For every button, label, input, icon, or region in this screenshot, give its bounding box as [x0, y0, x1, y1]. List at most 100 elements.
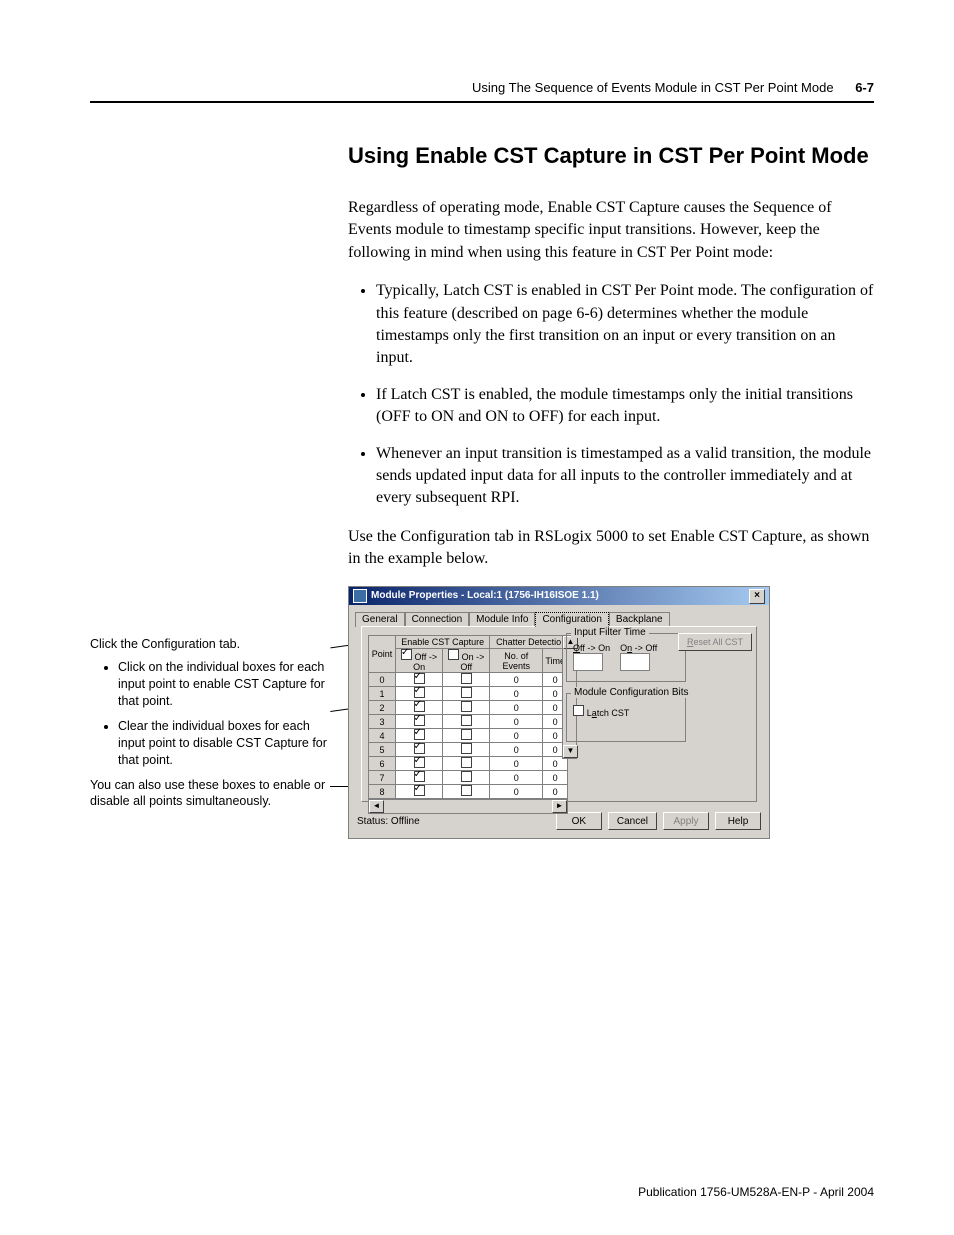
- checkbox-off-on[interactable]: [414, 673, 425, 684]
- cell-events: 0: [490, 729, 543, 743]
- col-point: Point: [369, 636, 396, 673]
- checkbox-on-off[interactable]: [461, 743, 472, 754]
- cell-on-off[interactable]: [443, 673, 490, 687]
- publication-footer: Publication 1756-UM528A-EN-P - April 200…: [638, 1185, 874, 1199]
- cell-on-off[interactable]: [443, 715, 490, 729]
- cell-on-off[interactable]: [443, 701, 490, 715]
- table-row: 600: [369, 757, 568, 771]
- cell-events: 0: [490, 701, 543, 715]
- checkbox-on-off[interactable]: [461, 771, 472, 782]
- cell-on-off[interactable]: [443, 757, 490, 771]
- group-label: Input Filter Time: [571, 627, 649, 638]
- cell-events: 0: [490, 757, 543, 771]
- intro-paragraph: Regardless of operating mode, Enable CST…: [348, 197, 874, 264]
- tab-strip: General Connection Module Info Configura…: [355, 611, 763, 626]
- bullet-item: Typically, Latch CST is enabled in CST P…: [376, 280, 874, 370]
- scroll-left-button[interactable]: ◄: [369, 800, 384, 813]
- callout-item: Clear the individual boxes for each inpu…: [118, 718, 330, 769]
- header-rule: [90, 101, 874, 103]
- callout-outro: You can also use these boxes to enable o…: [90, 777, 330, 811]
- table-row: 000: [369, 673, 568, 687]
- checkbox-off-on[interactable]: [414, 771, 425, 782]
- dialog-window: Module Properties - Local:1 (1756-IH16IS…: [348, 586, 770, 839]
- cell-on-off[interactable]: [443, 771, 490, 785]
- row-index: 1: [369, 687, 396, 701]
- status-text: Status: Offline: [357, 816, 420, 827]
- cancel-button[interactable]: Cancel: [608, 812, 657, 830]
- points-grid[interactable]: Point Enable CST Capture Chatter Detecti…: [368, 635, 568, 799]
- cell-on-off[interactable]: [443, 687, 490, 701]
- callout-item: Click on the individual boxes for each i…: [118, 659, 330, 710]
- row-index: 6: [369, 757, 396, 771]
- checkbox-on-off[interactable]: [461, 673, 472, 684]
- table-row: 300: [369, 715, 568, 729]
- row-index: 3: [369, 715, 396, 729]
- running-head-text: Using The Sequence of Events Module in C…: [472, 80, 834, 95]
- col-cst-capture: Enable CST Capture: [396, 636, 490, 649]
- checkbox-on-off[interactable]: [461, 715, 472, 726]
- cell-on-off[interactable]: [443, 743, 490, 757]
- checkbox-off-on[interactable]: [414, 729, 425, 740]
- scroll-right-button[interactable]: ►: [552, 800, 567, 813]
- cell-time: 0: [543, 785, 568, 799]
- tab-configuration[interactable]: Configuration: [535, 612, 608, 627]
- callout-intro: Click the Configuration tab.: [90, 636, 330, 653]
- cell-events: 0: [490, 687, 543, 701]
- spinner-off-on[interactable]: [573, 653, 603, 671]
- group-module-config-bits: Module Configuration Bits Latch CST: [566, 693, 686, 742]
- close-button[interactable]: ×: [749, 589, 765, 604]
- dialog-titlebar[interactable]: Module Properties - Local:1 (1756-IH16IS…: [349, 587, 769, 605]
- col-on-off[interactable]: On -> Off: [443, 649, 490, 673]
- checkbox-off-on[interactable]: [414, 743, 425, 754]
- bullet-item: If Latch CST is enabled, the module time…: [376, 384, 874, 429]
- cell-events: 0: [490, 785, 543, 799]
- checkbox-off-on[interactable]: [414, 715, 425, 726]
- checkbox-on-off[interactable]: [461, 687, 472, 698]
- spinner-on-off[interactable]: [620, 653, 650, 671]
- running-header: Using The Sequence of Events Module in C…: [90, 80, 874, 95]
- checkbox-all-on-off[interactable]: [448, 649, 459, 660]
- row-index: 4: [369, 729, 396, 743]
- tab-general[interactable]: General: [355, 612, 405, 627]
- checkbox-off-on[interactable]: [414, 785, 425, 796]
- table-row: 400: [369, 729, 568, 743]
- horizontal-scrollbar[interactable]: ◄ ►: [368, 799, 568, 814]
- checkbox-on-off[interactable]: [461, 701, 472, 712]
- page-number: 6-7: [855, 80, 874, 95]
- table-row: 800: [369, 785, 568, 799]
- callout-text: Click the Configuration tab. Click on th…: [90, 636, 330, 810]
- cell-events: 0: [490, 715, 543, 729]
- apply-button[interactable]: Apply: [663, 812, 709, 830]
- help-button[interactable]: Help: [715, 812, 761, 830]
- tab-connection[interactable]: Connection: [405, 612, 470, 627]
- col-off-on[interactable]: Off -> On: [396, 649, 443, 673]
- checkbox-on-off[interactable]: [461, 729, 472, 740]
- reset-all-cst-button[interactable]: Reset All CST: [678, 633, 752, 651]
- table-row: 7 00: [369, 771, 568, 785]
- bullet-item: Whenever an input transition is timestam…: [376, 443, 874, 510]
- cell-off-on[interactable]: [396, 785, 443, 799]
- dialog-title: Module Properties - Local:1 (1756-IH16IS…: [371, 587, 599, 605]
- group-label: Module Configuration Bits: [571, 687, 692, 698]
- cell-events: 0: [490, 771, 543, 785]
- checkbox-latch-cst[interactable]: [573, 705, 584, 716]
- app-icon: [353, 589, 367, 603]
- checkbox-off-on[interactable]: [414, 687, 425, 698]
- tab-backplane[interactable]: Backplane: [609, 612, 670, 627]
- checkbox-off-on[interactable]: [414, 757, 425, 768]
- tab-module-info[interactable]: Module Info: [469, 612, 535, 627]
- ok-button[interactable]: OK: [556, 812, 602, 830]
- scroll-down-button[interactable]: ▼: [563, 745, 578, 758]
- col-no-events: No. of Events: [490, 649, 543, 673]
- checkbox-all-off-on[interactable]: [401, 649, 412, 660]
- tab-panel-configuration: Point Enable CST Capture Chatter Detecti…: [361, 626, 757, 802]
- checkbox-on-off[interactable]: [461, 757, 472, 768]
- checkbox-on-off[interactable]: [461, 785, 472, 796]
- cell-on-off[interactable]: [443, 729, 490, 743]
- cell-on-off[interactable]: [443, 785, 490, 799]
- table-row: 100: [369, 687, 568, 701]
- checkbox-off-on[interactable]: [414, 701, 425, 712]
- cell-time: 0: [543, 771, 568, 785]
- section-heading: Using Enable CST Capture in CST Per Poin…: [348, 143, 874, 169]
- row-index: 7: [369, 771, 396, 785]
